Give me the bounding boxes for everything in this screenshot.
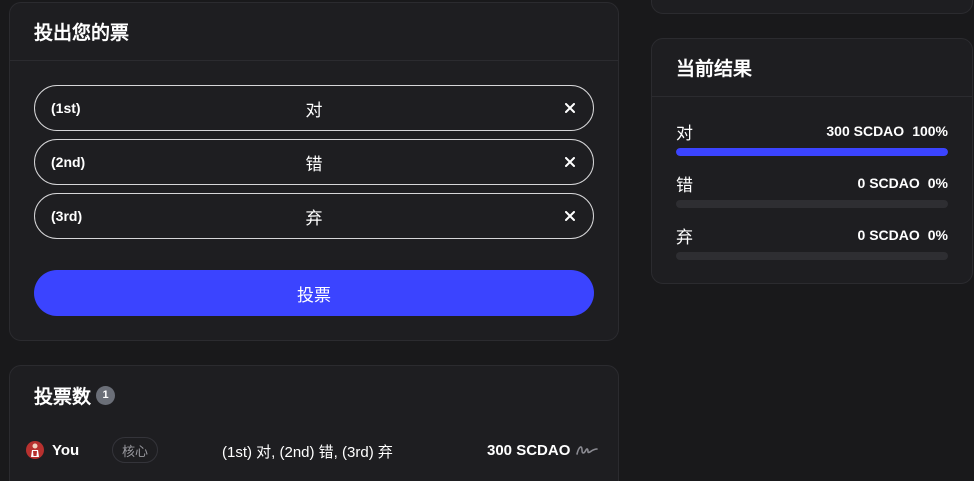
avatar[interactable] <box>26 441 44 459</box>
choice-label: 弃 <box>305 208 323 228</box>
close-icon[interactable] <box>561 99 579 117</box>
info-card-stub <box>651 0 973 14</box>
result-amount: 0 SCDAO <box>857 227 920 243</box>
result-percent: 0% <box>927 227 948 243</box>
result-label: 错 <box>676 175 693 195</box>
signature-icon[interactable] <box>576 443 598 457</box>
choice-label: 错 <box>305 154 323 174</box>
result-progress-track <box>676 252 948 260</box>
cast-vote-card: 投出您的票 (1st) 对 (2nd) 错 (3rd) 弃 投票 <box>9 2 619 341</box>
votes-card: 投票数 1 You 核心 (1st) 对, (2nd) 错, (3rd) 弃 3… <box>9 365 619 481</box>
result-amount: 300 SCDAO <box>826 123 905 139</box>
votes-count-badge: 1 <box>96 385 116 405</box>
vote-amount: 300 SCDAO <box>487 442 571 459</box>
choice-label: 对 <box>305 100 323 120</box>
result-label: 对 <box>676 123 693 143</box>
result-progress-fill <box>676 148 948 156</box>
close-icon[interactable] <box>561 153 579 171</box>
result-row: 错 0 SCDAO 0% <box>676 173 948 208</box>
close-icon[interactable] <box>561 207 579 225</box>
vote-choices: (1st) 对, (2nd) 错, (3rd) 弃 <box>222 444 393 461</box>
voter-name[interactable]: You <box>52 442 79 459</box>
role-badge: 核心 <box>112 437 159 463</box>
cast-vote-title: 投出您的票 <box>10 3 618 61</box>
result-progress-track <box>676 148 948 156</box>
result-label: 弃 <box>676 227 693 247</box>
result-percent: 0% <box>927 175 948 191</box>
vote-row: You 核心 (1st) 对, (2nd) 错, (3rd) 弃 300 SCD… <box>10 434 620 466</box>
result-percent: 100% <box>912 123 948 139</box>
result-amount: 0 SCDAO <box>857 175 920 191</box>
choice-item[interactable]: (1st) 对 <box>34 85 594 131</box>
result-row: 弃 0 SCDAO 0% <box>676 225 948 260</box>
results-title: 当前结果 <box>652 39 972 97</box>
result-progress-track <box>676 200 948 208</box>
current-results-card: 当前结果 对 300 SCDAO 100% 错 0 SCDAO 0% 弃 0 SCD… <box>651 38 973 284</box>
votes-title: 投票数 <box>34 386 92 408</box>
votes-header: 投票数 1 <box>10 366 618 424</box>
result-row: 对 300 SCDAO 100% <box>676 121 948 156</box>
choice-item[interactable]: (3rd) 弃 <box>34 193 594 239</box>
vote-button[interactable]: 投票 <box>34 270 594 316</box>
choice-item[interactable]: (2nd) 错 <box>34 139 594 185</box>
